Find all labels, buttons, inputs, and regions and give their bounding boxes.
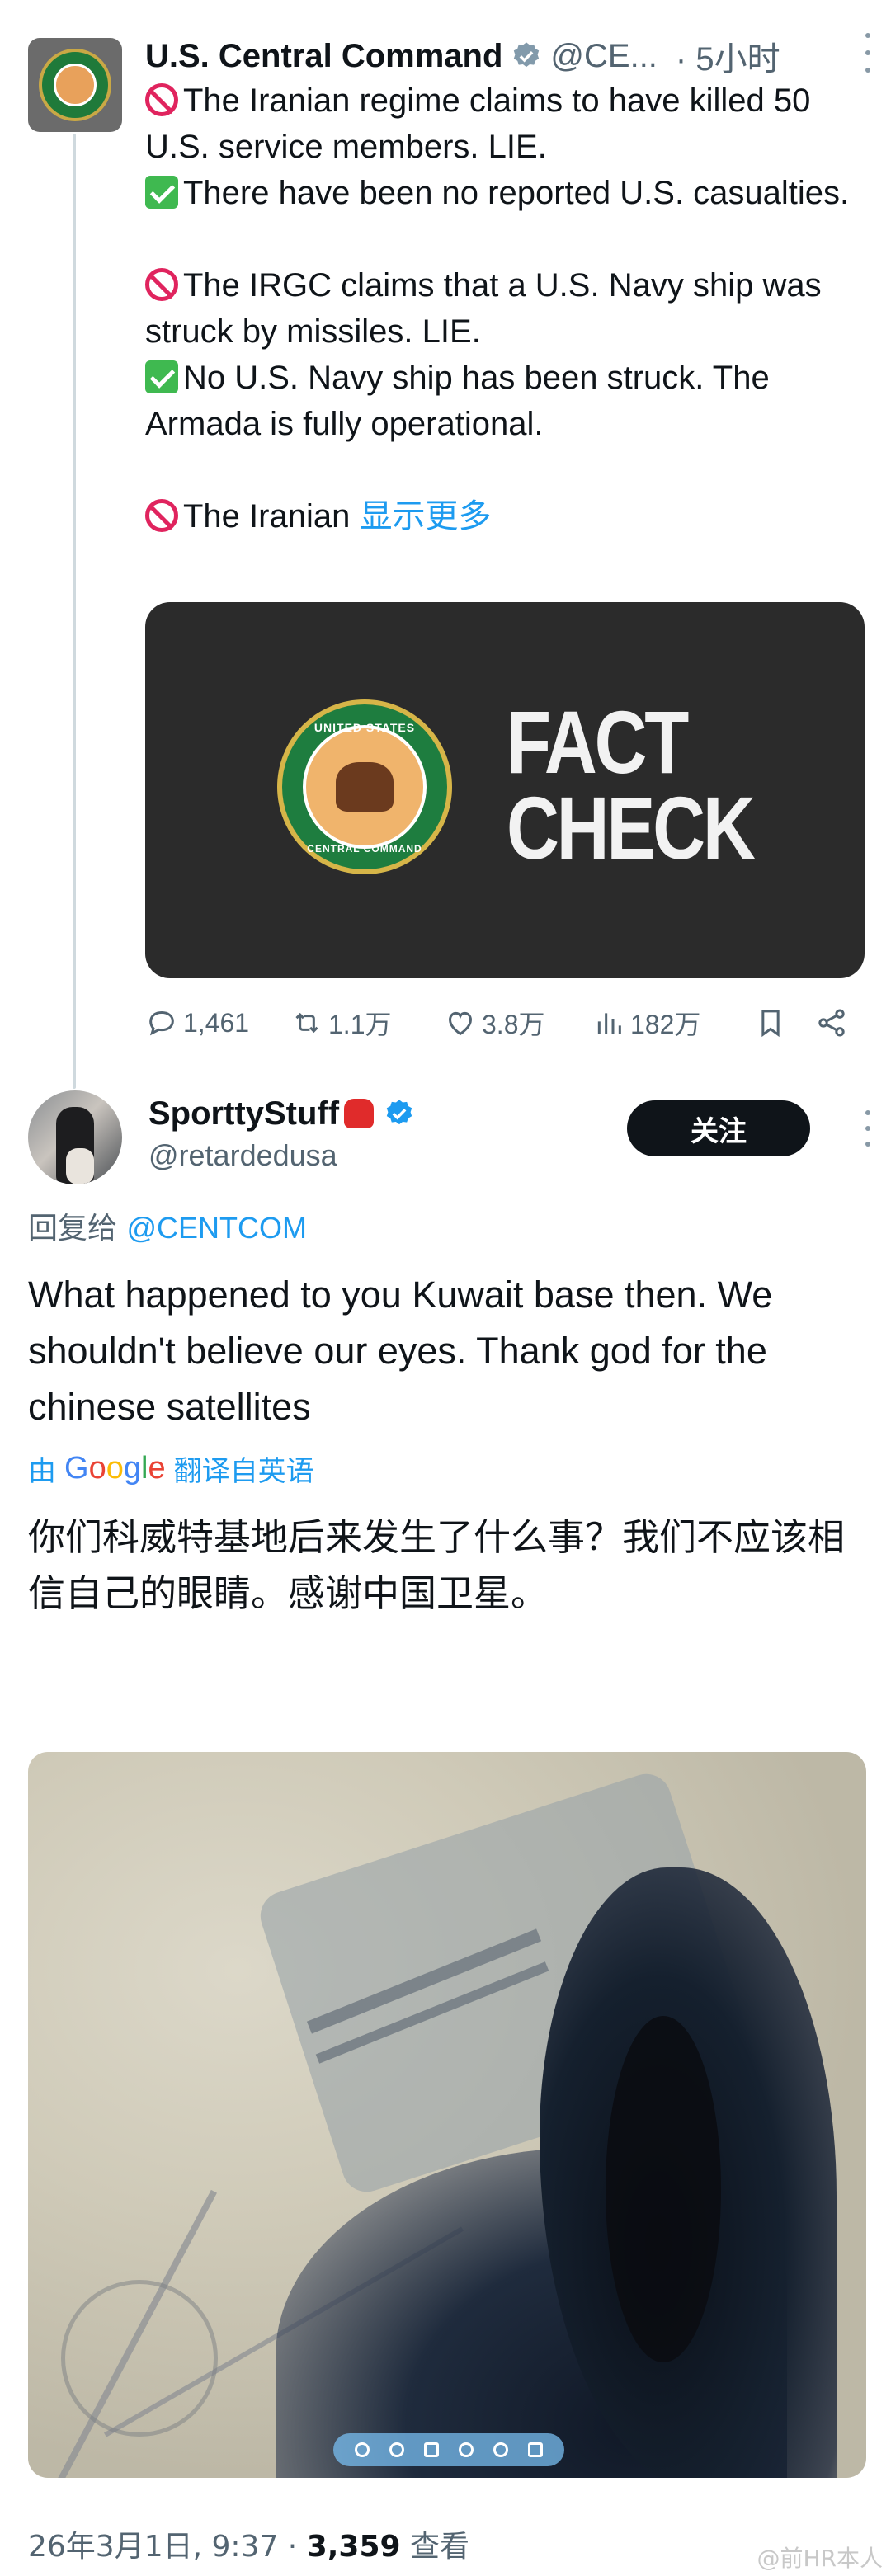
reply-author-row: SporttyStuff xyxy=(148,1090,415,1137)
prohibited-icon xyxy=(145,268,178,301)
more-options-icon[interactable] xyxy=(861,1110,874,1147)
follow-button[interactable]: 关注 xyxy=(627,1100,810,1156)
centcom-avatar[interactable] xyxy=(28,38,122,132)
views-button[interactable]: 182万 xyxy=(592,1004,754,1042)
fullscreen-icon[interactable] xyxy=(424,2442,439,2457)
reply-count: 1,461 xyxy=(183,1007,250,1038)
reply-meta: 26年3月1日, 9:37 · 3,359 查看 xyxy=(28,2530,470,2564)
tweet-line: There have been no reported U.S. casualt… xyxy=(145,170,871,216)
reply-author-handle[interactable]: @retardedusa xyxy=(148,1138,337,1173)
tweet-actions-bar: 1,461 1.1万 3.8万 182万 xyxy=(145,1000,865,1046)
central-command-seal-icon: UNITED STATES CENTRAL COMMAND xyxy=(277,699,452,874)
more-options-icon[interactable] xyxy=(861,33,874,73)
check-mark-icon xyxy=(145,360,178,393)
sporttystuff-avatar[interactable] xyxy=(28,1090,122,1184)
bookmark-button[interactable] xyxy=(754,1006,807,1039)
reply-body: What happened to you Kuwait base then. W… xyxy=(28,1274,773,1428)
tweet-author-name[interactable]: U.S. Central Command xyxy=(145,38,502,75)
tweet-body: The Iranian regime claims to have killed… xyxy=(145,78,871,539)
verified-badge-blue-icon xyxy=(384,1098,415,1129)
view-count: 3,359 xyxy=(306,2530,401,2564)
tweet-line: No U.S. Navy ship has been struck. The A… xyxy=(145,360,770,442)
bar-chart-icon xyxy=(597,1013,621,1034)
bookmark-icon xyxy=(761,1010,780,1038)
heart-icon xyxy=(448,1011,473,1036)
mention-link[interactable]: @CENTCOM xyxy=(126,1211,307,1245)
rotate-right-icon[interactable] xyxy=(493,2442,508,2457)
prohibited-icon xyxy=(145,499,178,532)
tweet-timestamp[interactable]: · 5小时 xyxy=(676,32,780,80)
tweet-line: The Iranian 显示更多 xyxy=(145,493,871,539)
zoom-in-icon[interactable] xyxy=(389,2442,404,2457)
retweet-count: 1.1万 xyxy=(328,1010,392,1039)
retweet-icon xyxy=(295,1012,318,1034)
centcom-seal-icon xyxy=(39,49,111,121)
rotate-left-icon[interactable] xyxy=(459,2442,474,2457)
prohibited-icon xyxy=(145,83,178,116)
google-logo: Google xyxy=(64,1451,166,1486)
boxing-glove-icon xyxy=(344,1099,375,1128)
tweet-header: U.S. Central Command @CE... · 5小时 xyxy=(145,31,874,81)
verified-badge-gray-icon xyxy=(511,40,542,72)
reply-button[interactable]: 1,461 xyxy=(145,1006,290,1039)
tweet-author-handle[interactable]: @CE... xyxy=(550,38,658,75)
image-toolbar[interactable] xyxy=(333,2433,564,2466)
check-mark-icon xyxy=(145,176,178,209)
tweet-line: The Iranian regime claims to have killed… xyxy=(145,82,811,165)
weibo-watermark: @前HR本人 xyxy=(757,2545,883,2572)
comment-icon xyxy=(149,1010,174,1036)
fact-check-title: FACT CHECK xyxy=(507,692,756,878)
like-count: 3.8万 xyxy=(482,1010,545,1039)
reply-author-name[interactable]: SporttyStuff xyxy=(148,1095,339,1133)
show-more-link[interactable]: 显示更多 xyxy=(359,498,491,535)
thread-connector-line xyxy=(73,134,76,1089)
tweet-line: The IRGC claims that a U.S. Navy ship wa… xyxy=(145,267,822,350)
view-count: 182万 xyxy=(630,1010,701,1039)
retweet-button[interactable]: 1.1万 xyxy=(290,1004,444,1042)
translated-by-google[interactable]: 由 Google 翻译自英语 xyxy=(28,1448,314,1489)
bookmark-icon[interactable] xyxy=(528,2442,543,2457)
fact-check-media-card[interactable]: UNITED STATES CENTRAL COMMAND FACT CHECK xyxy=(145,602,865,978)
zoom-out-icon[interactable] xyxy=(355,2442,370,2457)
share-button[interactable] xyxy=(815,1006,861,1039)
satellite-image[interactable] xyxy=(28,1752,866,2478)
replying-to-line: 回复给 @CENTCOM xyxy=(28,1211,307,1246)
share-icon xyxy=(818,1009,845,1037)
reply-translation: 你们科威特基地后来发生了什么事？我们不应该相信自己的眼睛。感谢中国卫星。 xyxy=(28,1515,846,1615)
like-button[interactable]: 3.8万 xyxy=(444,1004,592,1042)
